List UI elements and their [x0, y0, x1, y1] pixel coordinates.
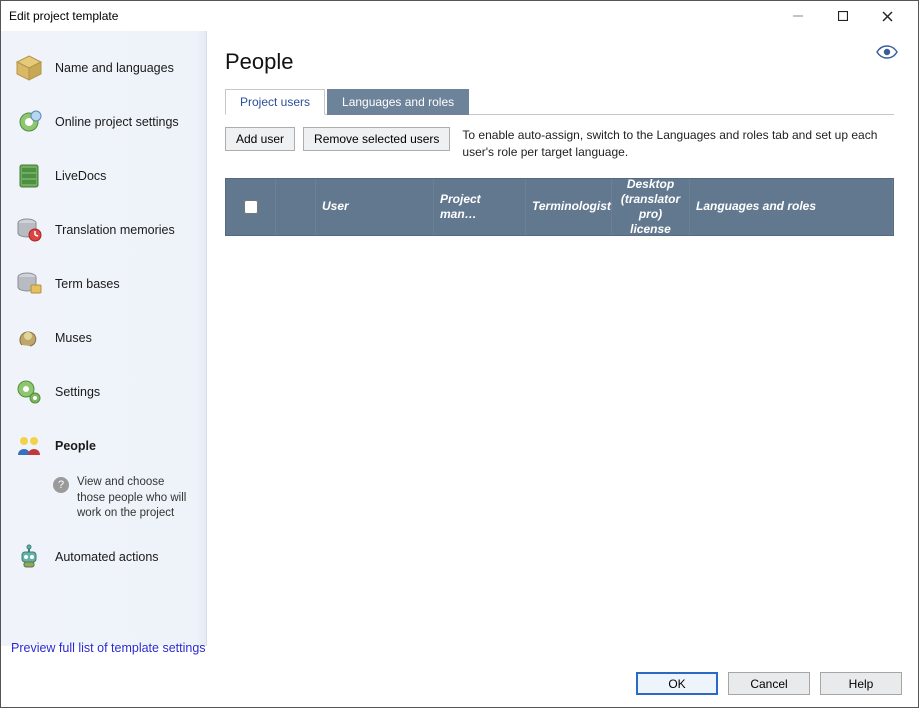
sidebar-item-label: Automated actions: [55, 550, 159, 564]
sidebar-item-name-languages[interactable]: Name and languages: [1, 41, 206, 95]
robot-icon: [13, 541, 45, 573]
maximize-button[interactable]: [820, 2, 865, 30]
window-title: Edit project template: [9, 9, 775, 23]
preview-eye-icon[interactable]: [876, 45, 898, 62]
column-header-languages-roles[interactable]: Languages and roles: [690, 179, 893, 235]
gear-cloud-icon: [13, 106, 45, 138]
column-header-project-manager[interactable]: Project man…: [434, 179, 526, 235]
tab-languages-roles[interactable]: Languages and roles: [327, 89, 469, 115]
select-all-cell: [226, 179, 276, 235]
window-controls: [775, 2, 910, 30]
sidebar-item-automated-actions[interactable]: Automated actions: [1, 530, 206, 584]
select-all-checkbox[interactable]: [244, 200, 258, 214]
sidebar-item-people[interactable]: People: [1, 419, 206, 473]
column-header-desktop-license[interactable]: Desktop (translator pro) license: [612, 179, 690, 235]
column-header-terminologist[interactable]: Terminologist: [526, 179, 612, 235]
sidebar-item-settings[interactable]: Settings: [1, 365, 206, 419]
sidebar-item-label: Term bases: [55, 277, 120, 291]
preview-template-settings-link[interactable]: Preview full list of template settings: [11, 641, 206, 655]
window-titlebar: Edit project template: [1, 1, 918, 31]
main-panel: People Project users Languages and roles…: [207, 31, 918, 646]
sidebar-item-label: People: [55, 439, 96, 453]
tab-bar: Project users Languages and roles: [225, 89, 894, 115]
ok-button[interactable]: OK: [636, 672, 718, 695]
sidebar-item-label: Muses: [55, 331, 92, 345]
header-spacer: [276, 179, 316, 235]
people-icon: [13, 430, 45, 462]
sidebar-item-label: LiveDocs: [55, 169, 106, 183]
muses-icon: [13, 322, 45, 354]
sidebar-item-label: Online project settings: [55, 115, 179, 129]
sidebar: Name and languages Online project settin…: [1, 31, 207, 646]
close-button[interactable]: [865, 2, 910, 30]
database-book-icon: [13, 268, 45, 300]
auto-assign-hint: To enable auto-assign, switch to the Lan…: [458, 127, 894, 162]
help-button[interactable]: Help: [820, 672, 902, 695]
database-clock-icon: [13, 214, 45, 246]
add-user-button[interactable]: Add user: [225, 127, 295, 151]
box-icon: [13, 52, 45, 84]
footer-link-area: Preview full list of template settings: [11, 641, 206, 655]
users-table-header: User Project man… Terminologist Desktop …: [225, 178, 894, 236]
minimize-button[interactable]: [775, 2, 820, 30]
page-title: People: [225, 49, 894, 75]
dialog-button-bar: OK Cancel Help: [636, 672, 902, 695]
gear-icon: [13, 376, 45, 408]
sidebar-item-label: Settings: [55, 385, 100, 399]
sidebar-item-online-settings[interactable]: Online project settings: [1, 95, 206, 149]
remove-selected-users-button[interactable]: Remove selected users: [303, 127, 450, 151]
sidebar-item-people-description: View and choose those people who will wo…: [77, 475, 194, 522]
sidebar-item-livedocs[interactable]: LiveDocs: [1, 149, 206, 203]
sidebar-item-translation-memories[interactable]: Translation memories: [1, 203, 206, 257]
sidebar-item-muses[interactable]: Muses: [1, 311, 206, 365]
tab-project-users[interactable]: Project users: [225, 89, 325, 115]
sidebar-item-label: Name and languages: [55, 61, 174, 75]
column-header-user[interactable]: User: [316, 179, 434, 235]
toolbar: Add user Remove selected users To enable…: [225, 127, 894, 162]
sidebar-item-term-bases[interactable]: Term bases: [1, 257, 206, 311]
cancel-button[interactable]: Cancel: [728, 672, 810, 695]
help-hint-icon: ?: [53, 477, 69, 493]
sidebar-item-people-description-row: ? View and choose those people who will …: [1, 473, 206, 530]
sidebar-item-label: Translation memories: [55, 223, 175, 237]
cabinet-icon: [13, 160, 45, 192]
